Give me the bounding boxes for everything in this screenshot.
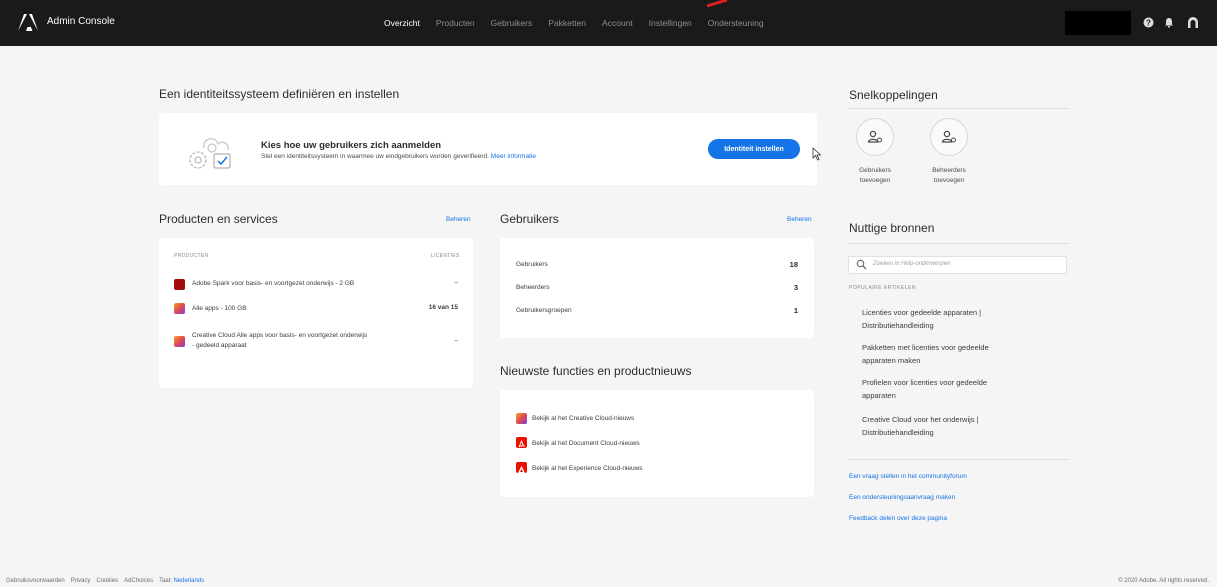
shortcut-label-line2: toevoegen (933, 177, 965, 184)
users-row-value: 18 (789, 260, 798, 269)
products-manage-link[interactable]: Beheren (446, 216, 471, 223)
users-row-value: 1 (793, 306, 798, 315)
popular-article-link[interactable]: Licenties voor gedeelde apparaten | Dist… (862, 306, 1062, 332)
shortcuts-divider (849, 108, 1068, 109)
product-name-line1[interactable]: Creative Cloud Alle apps voor basis- en … (192, 331, 367, 341)
mouse-cursor-icon (812, 147, 822, 161)
resources-heading: Nuttige bronnen (849, 221, 935, 235)
nav-support[interactable]: Ondersteuning (708, 18, 764, 28)
products-heading: Producten en services (159, 212, 278, 226)
support-request-link[interactable]: Een ondersteuningsaanvraag maken (849, 494, 955, 501)
help-icon[interactable]: ? (1141, 14, 1155, 30)
shortcuts-heading: Snelkoppelingen (849, 88, 938, 102)
news-heading: Nieuwste functies en productnieuws (500, 364, 692, 378)
add-user-icon (867, 130, 882, 143)
privacy-link[interactable]: Privacy (71, 578, 91, 584)
terms-link[interactable]: Gebruiksvoorwaarden (6, 578, 65, 584)
help-search-placeholder: Zoeken in Help-onderwerpen (873, 261, 951, 267)
nav-overview[interactable]: Overzicht (384, 18, 420, 28)
document-cloud-icon (516, 437, 527, 448)
shortcut-label-line1: Beheerders (932, 167, 966, 174)
language-value: Nederlands (173, 578, 205, 584)
nav-products[interactable]: Producten (436, 18, 475, 28)
add-admin-icon (941, 130, 956, 143)
product-name[interactable]: Alle apps - 100 GB (192, 304, 247, 314)
product-name[interactable]: Adobe Spark voor basis- en voortgezet on… (192, 279, 354, 289)
experience-cloud-icon (516, 462, 527, 473)
search-icon (856, 259, 867, 270)
more-info-link[interactable]: Meer informatie (491, 153, 536, 160)
popular-article-link[interactable]: Creative Cloud voor het onderwijs | Dist… (862, 413, 1062, 439)
identity-description: Stel een identiteitssysteem in waarmee u… (261, 153, 536, 160)
top-navigation-bar: Admin Console Overzicht Producten Gebrui… (0, 0, 1217, 46)
users-heading: Gebruikers (500, 212, 559, 226)
copyright: © 2020 Adobe. All rights reserved. (1118, 578, 1209, 584)
creative-cloud-icon (174, 303, 185, 314)
annotation-mark (706, 0, 728, 8)
language-selector[interactable]: Taal: Nederlands (159, 578, 204, 584)
users-manage-link[interactable]: Beheren (787, 216, 812, 223)
svg-text:?: ? (1146, 18, 1151, 27)
creative-cloud-icon (174, 336, 185, 347)
article-line2: Distributiehandleiding (862, 321, 934, 330)
news-link[interactable]: Bekijk al het Document Cloud-nieuws (532, 440, 640, 447)
article-line1: Creative Cloud voor het onderwijs | (862, 415, 979, 424)
cookies-link[interactable]: Cookies (96, 578, 118, 584)
article-line1: Profielen voor licenties voor gedeelde (862, 378, 988, 387)
user-profile-icon[interactable] (1185, 14, 1201, 30)
identity-heading: Een identiteitssysteem definiëren en ins… (159, 87, 400, 101)
article-line1: Pakketten met licenties voor gedeelde (862, 343, 989, 352)
nav-users[interactable]: Gebruikers (491, 18, 533, 28)
popular-article-link[interactable]: Pakketten met licenties voor gedeelde ap… (862, 341, 1062, 367)
adobe-logo-icon[interactable] (18, 14, 38, 31)
add-users-shortcut-button[interactable] (856, 118, 894, 156)
products-column-header: PRODUCTEN (174, 253, 209, 259)
setup-identity-button[interactable]: Identiteit instellen (708, 139, 800, 159)
licenses-column-header: LICENTIES (431, 253, 460, 259)
identity-title: Kies hoe uw gebruikers zich aanmelden (261, 140, 442, 151)
feedback-link[interactable]: Feedback delen over deze pagina (849, 515, 947, 522)
article-line1: Licenties voor gedeelde apparaten | (862, 308, 982, 317)
article-line2: apparaten (862, 391, 896, 400)
links-divider (849, 459, 1068, 460)
identity-description-text: Stel een identiteitssysteem in waarmee u… (261, 153, 489, 160)
language-label: Taal: (159, 578, 172, 584)
main-nav: Overzicht Producten Gebruikers Pakketten… (384, 18, 780, 28)
nav-packages[interactable]: Pakketten (548, 18, 586, 28)
identity-settings-illustration-icon (189, 138, 231, 169)
organization-switcher[interactable] (1065, 11, 1131, 35)
product-licenses: – (454, 337, 458, 344)
bell-icon[interactable] (1162, 14, 1176, 30)
users-row-label[interactable]: Gebruikersgroepen (516, 307, 572, 314)
popular-articles-heading: POPULAIRE ARTIKELEN (849, 285, 916, 291)
popular-article-link[interactable]: Profielen voor licenties voor gedeelde a… (862, 376, 1062, 402)
shortcut-label-line1: Gebruikers (859, 167, 891, 174)
creative-cloud-icon (516, 413, 527, 424)
shortcut-label-line2: toevoegen (859, 177, 891, 184)
users-row-label[interactable]: Gebruikers (516, 261, 548, 268)
users-row-value: 3 (793, 283, 798, 292)
add-admins-shortcut-button[interactable] (930, 118, 968, 156)
article-line2: Distributiehandleiding (862, 428, 934, 437)
footer-links: Gebruiksvoorwaarden Privacy Cookies AdCh… (6, 578, 204, 584)
product-licenses: 16 van 15 (428, 304, 458, 311)
news-link[interactable]: Bekijk al het Creative Cloud-nieuws (532, 415, 634, 422)
adobe-spark-icon (174, 279, 185, 290)
nav-account[interactable]: Account (602, 18, 633, 28)
resources-divider (849, 243, 1068, 244)
article-line2: apparaten maken (862, 356, 921, 365)
news-link[interactable]: Bekijk al het Experience Cloud-nieuws (532, 465, 643, 472)
shortcut-label[interactable]: Beheerders toevoegen (919, 166, 979, 186)
nav-settings[interactable]: Instellingen (649, 18, 692, 28)
shortcut-label[interactable]: Gebruikers toevoegen (845, 166, 905, 186)
app-title[interactable]: Admin Console (47, 16, 115, 27)
community-forum-link[interactable]: Een vraag stellen in het communityforum (849, 473, 967, 480)
users-row-label[interactable]: Beheerders (516, 284, 550, 291)
product-licenses: – (454, 279, 458, 286)
adchoices-link[interactable]: AdChoices (124, 578, 153, 584)
product-name-line2[interactable]: - gedeeld apparaat (192, 341, 247, 351)
